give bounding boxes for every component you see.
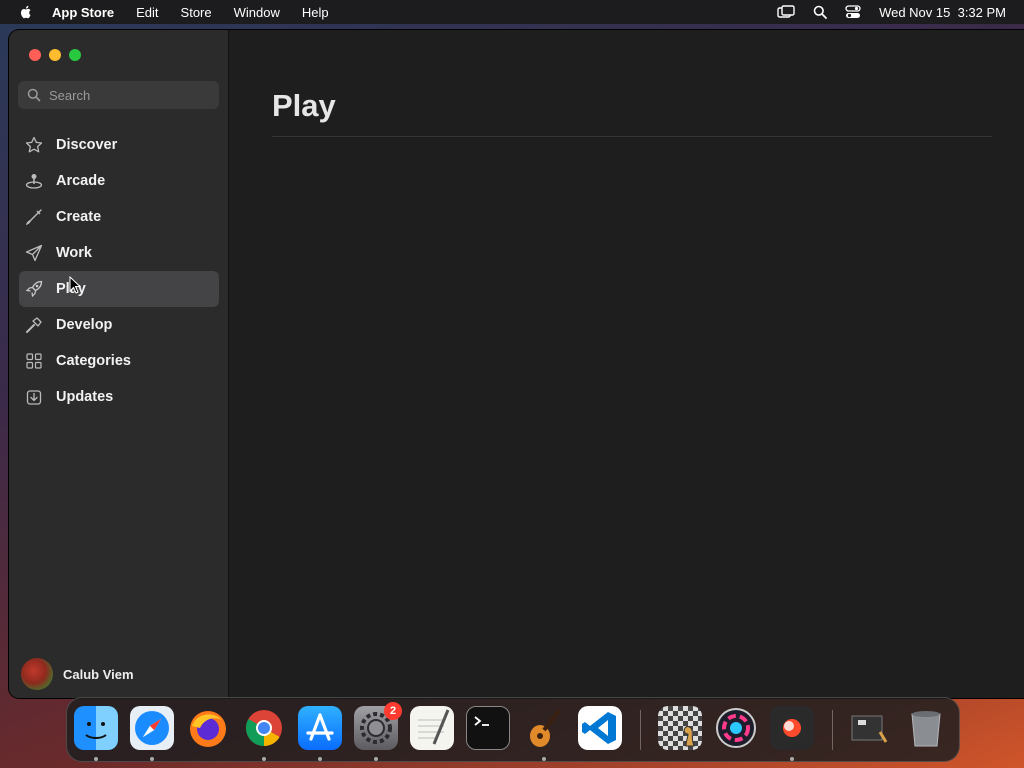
sidebar-item-label: Updates	[56, 389, 114, 405]
menu-app-name[interactable]: App Store	[52, 5, 114, 20]
vscode-icon[interactable]	[578, 706, 622, 750]
joystick-icon	[24, 171, 44, 191]
sidebar-item-categories[interactable]: Categories	[19, 343, 219, 379]
menu-store[interactable]: Store	[181, 5, 212, 20]
sidebar-item-work[interactable]: Work	[19, 235, 219, 271]
garageband-icon[interactable]	[522, 706, 566, 750]
sidebar-item-label: Work	[56, 245, 92, 261]
running-indicator	[94, 757, 98, 761]
running-indicator	[790, 757, 794, 761]
hammer-icon	[24, 315, 44, 335]
terminal-icon[interactable]	[466, 706, 510, 750]
app-store-icon[interactable]	[298, 706, 342, 750]
download-icon	[24, 387, 44, 407]
control-center-icon[interactable]	[845, 5, 861, 19]
sidebar: Discover Arcade Create Work	[9, 30, 229, 698]
apple-logo-icon[interactable]	[18, 4, 34, 20]
sidebar-item-label: Develop	[56, 317, 113, 333]
sidebar-item-play[interactable]: Play	[19, 271, 219, 307]
brush-icon	[24, 207, 44, 227]
screen-mirroring-icon[interactable]	[777, 5, 795, 19]
main-content: Play	[230, 30, 1024, 698]
sidebar-item-label: Discover	[56, 137, 118, 153]
spotlight-search-icon[interactable]	[813, 5, 827, 19]
menu-bar: App Store Edit Store Window Help Wed Nov…	[0, 0, 1024, 24]
sidebar-nav: Discover Arcade Create Work Develop Cate…	[19, 127, 219, 415]
trash-icon[interactable]	[904, 706, 948, 750]
running-indicator	[542, 757, 546, 761]
firefox-icon[interactable]	[186, 706, 230, 750]
paperplane-icon	[24, 243, 44, 263]
title-divider	[272, 136, 992, 137]
system-settings-icon[interactable]: 2	[354, 702, 402, 750]
menu-help[interactable]: Help	[302, 5, 329, 20]
sidebar-item-updates[interactable]: Updates	[19, 379, 219, 415]
sidebar-item-arcade[interactable]: Arcade	[19, 163, 219, 199]
search-field[interactable]	[18, 81, 219, 109]
search-icon	[27, 88, 41, 102]
sidebar-item-label: Categories	[56, 353, 131, 369]
running-indicator	[262, 757, 266, 761]
chrome-icon[interactable]	[242, 706, 286, 750]
sidebar-item-develop[interactable]: Develop	[19, 307, 219, 343]
running-indicator	[318, 757, 322, 761]
running-indicator	[150, 757, 154, 761]
running-indicator	[374, 757, 378, 761]
app-store-window: Discover Arcade Create Work	[9, 30, 1024, 698]
avatar	[21, 658, 53, 690]
mouse-cursor-icon	[69, 276, 81, 294]
rocket-icon	[24, 279, 44, 299]
dock-separator	[832, 710, 833, 750]
dock-separator	[640, 710, 641, 750]
finder-icon[interactable]	[74, 706, 118, 750]
menu-window[interactable]: Window	[234, 5, 280, 20]
sidebar-item-label: Create	[56, 209, 102, 225]
textedit-icon[interactable]	[410, 706, 454, 750]
search-input[interactable]	[49, 87, 199, 103]
dock: 2	[66, 697, 960, 762]
safari-icon[interactable]	[130, 706, 174, 750]
screen-recorder-icon[interactable]	[770, 706, 814, 750]
downloads-stack-icon[interactable]	[848, 706, 892, 750]
account-button[interactable]: Calub Viem	[21, 658, 134, 690]
minimize-button[interactable]	[49, 49, 61, 61]
page-title: Play	[272, 88, 336, 123]
star-icon	[24, 135, 44, 155]
menu-edit[interactable]: Edit	[136, 5, 158, 20]
notification-badge: 2	[384, 702, 402, 720]
grid-icon	[24, 351, 44, 371]
window-controls	[29, 49, 81, 61]
sidebar-item-discover[interactable]: Discover	[19, 127, 219, 163]
user-name: Calub Viem	[63, 666, 134, 682]
close-button[interactable]	[29, 49, 41, 61]
sidebar-item-label: Arcade	[56, 173, 106, 189]
menu-clock[interactable]: Wed Nov 15 3:32 PM	[879, 5, 1006, 20]
zoom-button[interactable]	[69, 49, 81, 61]
pixelmator-icon[interactable]	[714, 706, 758, 750]
sidebar-item-create[interactable]: Create	[19, 199, 219, 235]
chess-icon[interactable]	[658, 706, 702, 750]
